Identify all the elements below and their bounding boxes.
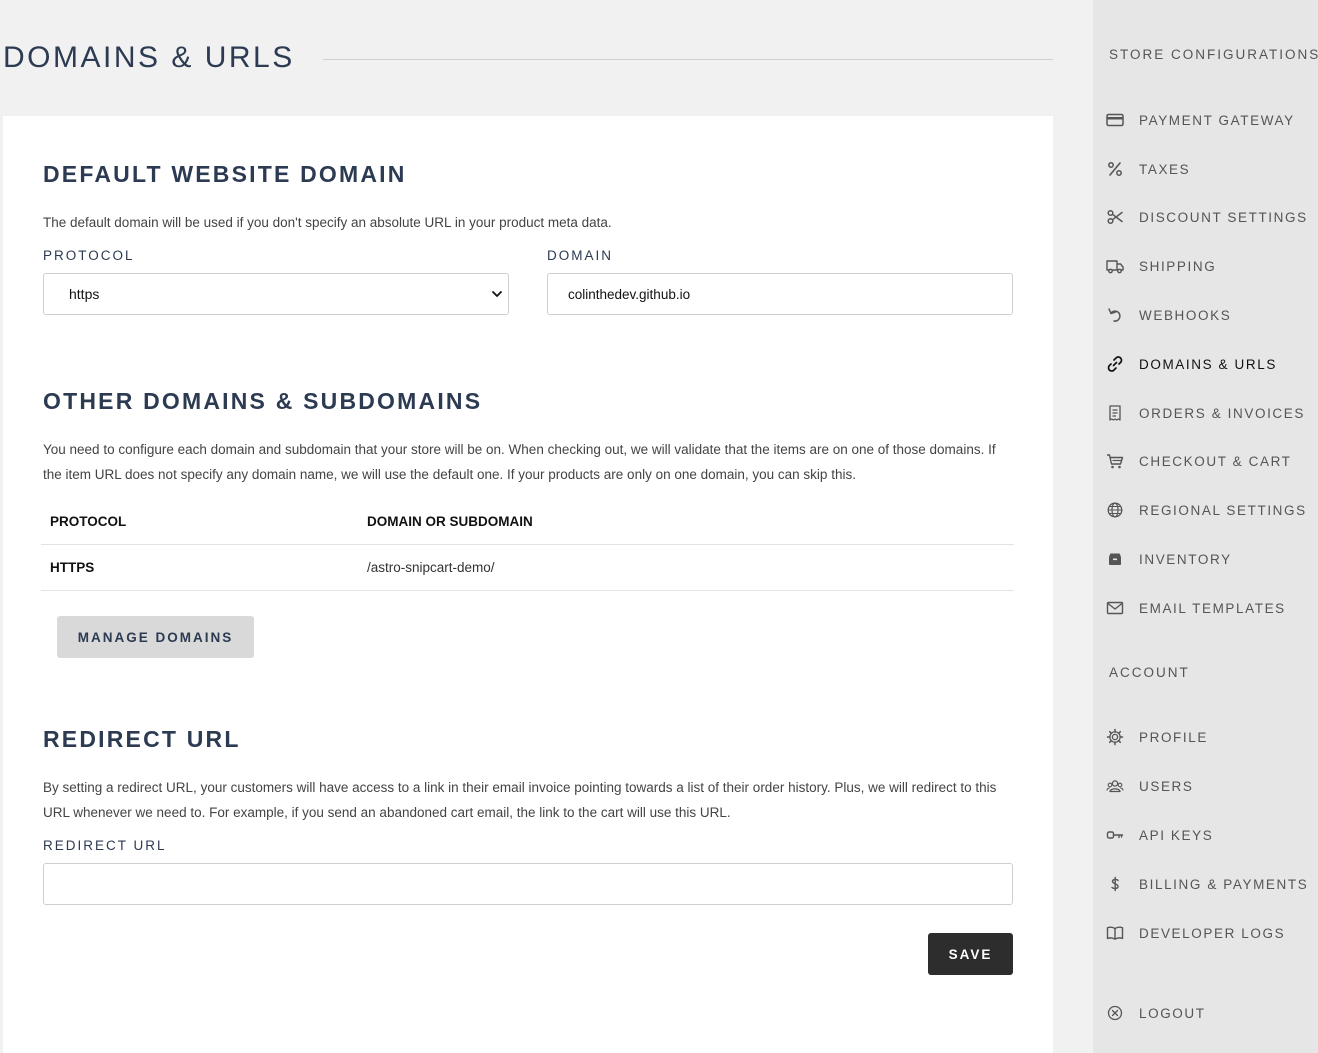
chevron-down-icon [490,287,504,301]
sidebar-item-label: DISCOUNT SETTINGS [1139,209,1308,225]
sidebar-item-email-templates[interactable]: EMAIL TEMPLATES [1093,593,1318,623]
sidebar-item-label: CHECKOUT & CART [1139,453,1292,469]
sidebar-item-developer-logs[interactable]: DEVELOPER LOGS [1093,918,1318,948]
protocol-select-value: https [69,286,100,302]
dollar-icon [1106,875,1124,893]
sidebar-item-profile[interactable]: PROFILE [1093,722,1318,752]
envelope-icon [1106,599,1124,617]
page-title: DOMAINS & URLS [3,41,295,74]
truck-icon [1106,257,1124,275]
sidebar-item-label: DOMAINS & URLS [1139,356,1277,372]
default-domain-title: DEFAULT WEBSITE DOMAIN [43,161,407,187]
percent-icon [1106,160,1124,178]
sidebar-item-inventory[interactable]: INVENTORY [1093,544,1318,574]
sidebar-item-orders-invoices[interactable]: ORDERS & INVOICES [1093,398,1318,428]
protocol-label: PROTOCOL [43,248,135,263]
sidebar-item-domains-urls[interactable]: DOMAINS & URLS [1093,349,1318,379]
account-heading: ACCOUNT [1109,665,1190,680]
sidebar: STORE CONFIGURATIONS PAYMENT GATEWAY TAX… [1093,0,1318,1053]
scissors-icon [1106,208,1124,226]
domain-label: DOMAIN [547,248,613,263]
redirect-url-description: By setting a redirect URL, your customer… [43,780,997,820]
redirect-url-title: REDIRECT URL [43,726,241,752]
gear-icon [1106,728,1124,746]
redirect-url-label: REDIRECT URL [43,838,167,853]
sidebar-item-label: API KEYS [1139,827,1214,843]
table-header-row: PROTOCOL DOMAIN OR SUBDOMAIN [41,499,1014,545]
cart-icon [1106,452,1124,470]
sidebar-item-taxes[interactable]: TAXES [1093,154,1318,184]
logout-button[interactable]: LOGOUT [1093,998,1318,1028]
column-header-protocol: PROTOCOL [50,514,127,529]
sidebar-item-label: PAYMENT GATEWAY [1139,112,1295,128]
sidebar-item-label: BILLING & PAYMENTS [1139,876,1309,892]
settings-card: DEFAULT WEBSITE DOMAIN The default domai… [3,116,1053,1053]
link-icon [1106,355,1124,373]
sidebar-item-label: TAXES [1139,161,1191,177]
sidebar-item-payment-gateway[interactable]: PAYMENT GATEWAY [1093,105,1318,135]
users-icon [1106,777,1124,795]
page-header: DOMAINS & URLS [3,38,1053,78]
protocol-select[interactable]: https [43,273,509,315]
sidebar-item-discount-settings[interactable]: DISCOUNT SETTINGS [1093,202,1318,232]
box-icon [1106,550,1124,568]
sidebar-item-api-keys[interactable]: API KEYS [1093,820,1318,850]
sidebar-item-label: USERS [1139,778,1194,794]
sidebar-item-label: REGIONAL SETTINGS [1139,502,1307,518]
column-header-domain: DOMAIN OR SUBDOMAIN [367,514,533,529]
domain-input[interactable]: colinthedev.github.io [547,273,1013,315]
sidebar-item-label: DEVELOPER LOGS [1139,925,1286,941]
sidebar-item-regional-settings[interactable]: REGIONAL SETTINGS [1093,495,1318,525]
receipt-icon [1106,404,1124,422]
sidebar-item-label: INVENTORY [1139,551,1232,567]
table-row: HTTPS /astro-snipcart-demo/ [41,545,1014,591]
sidebar-item-webhooks[interactable]: WEBHOOKS [1093,300,1318,330]
other-domains-title: OTHER DOMAINS & SUBDOMAINS [43,388,483,414]
other-domains-description: You need to configure each domain and su… [43,442,996,482]
credit-card-icon [1106,111,1124,129]
title-divider [322,58,1053,60]
sidebar-item-label: SHIPPING [1139,258,1217,274]
default-domain-description: The default domain will be used if you d… [43,215,612,230]
row-protocol: HTTPS [50,560,95,575]
key-icon [1106,826,1124,844]
sidebar-item-label: WEBHOOKS [1139,307,1232,323]
undo-arrow-icon [1106,306,1124,324]
domains-table: PROTOCOL DOMAIN OR SUBDOMAIN HTTPS /astr… [41,499,1014,591]
row-domain: /astro-snipcart-demo/ [367,560,495,575]
sidebar-item-label: PROFILE [1139,729,1208,745]
manage-domains-button[interactable]: MANAGE DOMAINS [57,616,254,658]
sidebar-item-label: ORDERS & INVOICES [1139,405,1305,421]
close-circle-icon [1106,1004,1124,1022]
save-button[interactable]: SAVE [928,933,1013,975]
sidebar-item-users[interactable]: USERS [1093,771,1318,801]
sidebar-item-billing-payments[interactable]: BILLING & PAYMENTS [1093,869,1318,899]
domain-input-value: colinthedev.github.io [568,286,691,302]
book-icon [1106,924,1124,942]
store-configurations-heading: STORE CONFIGURATIONS [1109,47,1318,62]
sidebar-item-shipping[interactable]: SHIPPING [1093,251,1318,281]
redirect-url-input[interactable] [43,863,1013,905]
sidebar-item-label: EMAIL TEMPLATES [1139,600,1286,616]
logout-label: LOGOUT [1139,1005,1206,1021]
sidebar-item-checkout-cart[interactable]: CHECKOUT & CART [1093,446,1318,476]
globe-icon [1106,501,1124,519]
